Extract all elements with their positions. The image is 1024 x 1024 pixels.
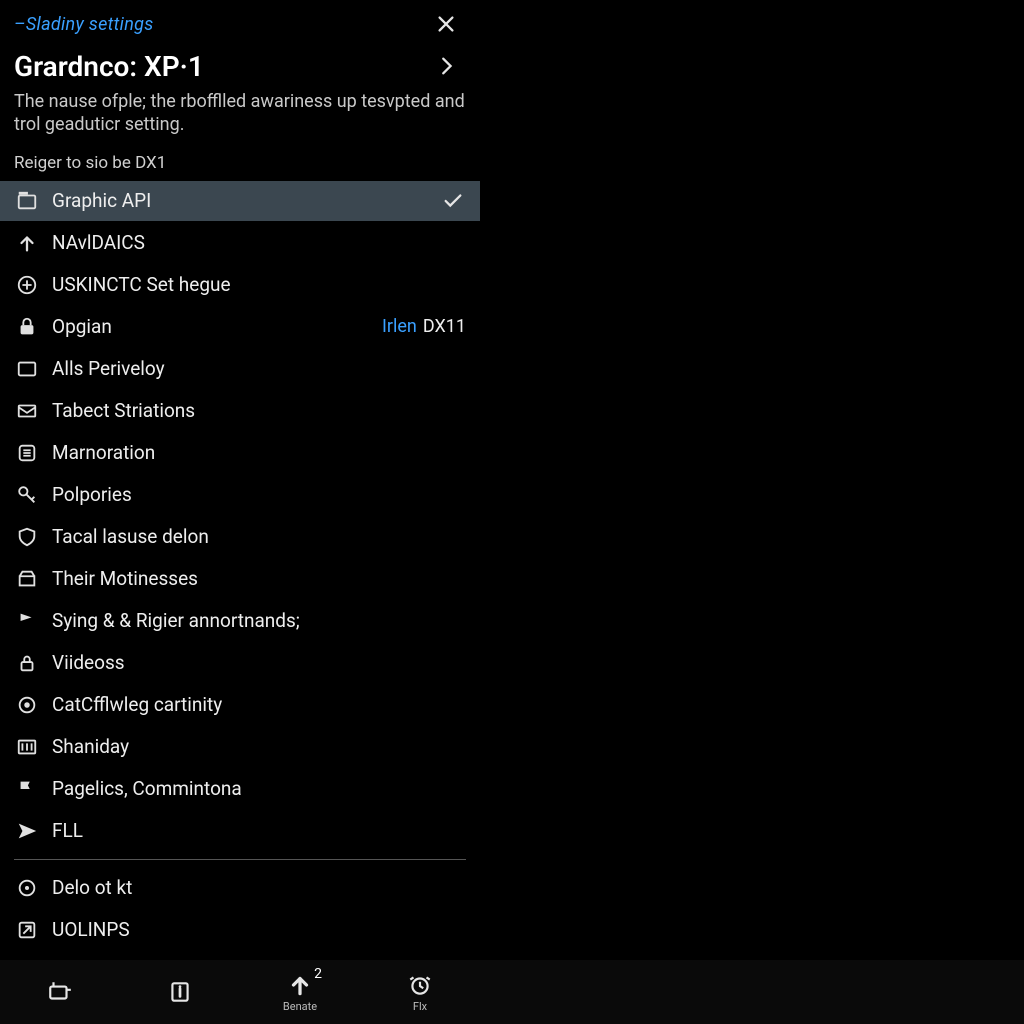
- setting-item-pagelics[interactable]: Pagelics, Commintona: [0, 769, 480, 809]
- setting-item-label: Pagelics, Commintona: [52, 777, 242, 800]
- section-subhead: Reiger to sio be DX1: [14, 153, 466, 173]
- nav-nav2[interactable]: [120, 960, 240, 1024]
- setting-item-opgian[interactable]: Opgian Irlen DX11: [0, 307, 480, 347]
- setting-item-label: USKINCTC Set hegue: [52, 273, 231, 296]
- page-description: The nause ofple; the rbofflled awariness…: [14, 90, 466, 137]
- arrow-diag-icon: [14, 917, 40, 943]
- nav-nav1[interactable]: [0, 960, 120, 1024]
- close-icon: [435, 13, 457, 35]
- setting-item-label: Shaniday: [52, 735, 129, 758]
- panel-icon: [14, 356, 40, 382]
- setting-item-videoss[interactable]: Viideoss: [0, 643, 480, 683]
- setting-item-label: Graphic API: [52, 189, 151, 212]
- setting-item-label: Tacal lasuse delon: [52, 525, 209, 548]
- nav-badge: 2: [314, 966, 322, 982]
- nav-label: Flx: [413, 1000, 427, 1013]
- flag2-icon: [14, 776, 40, 802]
- settings-panel: –Sladiny settings Grardnco: XP·1 The nau…: [0, 0, 480, 960]
- setting-item-label: CatCfflwleg cartinity: [52, 693, 222, 716]
- setting-item-graphic-api[interactable]: Graphic API: [0, 181, 480, 221]
- flag-icon: [14, 608, 40, 634]
- chevron-right-icon: [435, 55, 457, 77]
- power-icon: [47, 979, 73, 1005]
- bars-icon: [14, 734, 40, 760]
- setting-item-fll[interactable]: FLL: [0, 811, 480, 851]
- item-value: Irlen DX11: [382, 316, 466, 337]
- setting-item-polpories[interactable]: Polpories: [0, 475, 480, 515]
- box-open-icon: [14, 566, 40, 592]
- lock-icon: [14, 314, 40, 340]
- nav-nav4[interactable]: Flx: [360, 960, 480, 1024]
- arrow-up-icon: [14, 230, 40, 256]
- setting-item-catcff[interactable]: CatCfflwleg cartinity: [0, 685, 480, 725]
- nav-nav3[interactable]: 2 Benate: [240, 960, 360, 1024]
- setting-item-shaniday[interactable]: Shaniday: [0, 727, 480, 767]
- shield-icon: [14, 524, 40, 550]
- send-icon: [14, 818, 40, 844]
- setting-item-label: Their Motinesses: [52, 567, 198, 590]
- page-title: Grardnco: XP·1: [14, 50, 204, 83]
- close-button[interactable]: [426, 4, 466, 44]
- plus-circle-icon: [14, 272, 40, 298]
- mail-icon: [14, 398, 40, 424]
- setting-item-label: Tabect Striations: [52, 399, 195, 422]
- setting-item-label: Alls Periveloy: [52, 357, 165, 380]
- setting-item-label: Sying & & Rigier annortnands;: [52, 609, 300, 632]
- clock-icon: [407, 972, 433, 998]
- setting-item-sying[interactable]: Sying & & Rigier annortnands;: [0, 601, 480, 641]
- target-icon: [14, 692, 40, 718]
- setting-item-label: Opgian: [52, 315, 112, 338]
- setting-item-label: NAvlDAICS: [52, 231, 145, 254]
- breadcrumb[interactable]: –Sladiny settings: [14, 14, 154, 35]
- setting-item-label: Marnoration: [52, 441, 155, 464]
- settings-list: Graphic API NAvlDAICS USKINCTC Set hegue…: [0, 181, 480, 851]
- lock2-icon: [14, 650, 40, 676]
- next-button[interactable]: [426, 46, 466, 86]
- circle-icon: [14, 875, 40, 901]
- setting-item-label: Viideoss: [52, 651, 125, 674]
- setting-item-uolinps[interactable]: UOLINPS: [0, 910, 480, 950]
- setting-item-label: Polpories: [52, 483, 132, 506]
- nav-label: Benate: [283, 1000, 317, 1013]
- key-icon: [14, 482, 40, 508]
- setting-item-alls[interactable]: Alls Periveloy: [0, 349, 480, 389]
- setting-item-tacal[interactable]: Tacal lasuse delon: [0, 517, 480, 557]
- setting-item-marnoration[interactable]: Marnoration: [0, 433, 480, 473]
- setting-item-uskinctc[interactable]: USKINCTC Set hegue: [0, 265, 480, 305]
- setting-item-label: UOLINPS: [52, 918, 130, 941]
- bottom-nav: 2 Benate Flx: [0, 960, 1024, 1024]
- setting-item-delo[interactable]: Delo ot kt: [0, 868, 480, 908]
- setting-item-navdaics[interactable]: NAvlDAICS: [0, 223, 480, 263]
- setting-item-label: Delo ot kt: [52, 876, 132, 899]
- window-icon: [14, 188, 40, 214]
- layers-icon: [14, 440, 40, 466]
- info-icon: [167, 979, 193, 1005]
- setting-item-label: FLL: [52, 819, 83, 842]
- setting-item-tabect[interactable]: Tabect Striations: [0, 391, 480, 431]
- divider: [14, 859, 466, 860]
- upload-icon: [287, 972, 313, 998]
- setting-item-their[interactable]: Their Motinesses: [0, 559, 480, 599]
- check-icon: [440, 188, 466, 214]
